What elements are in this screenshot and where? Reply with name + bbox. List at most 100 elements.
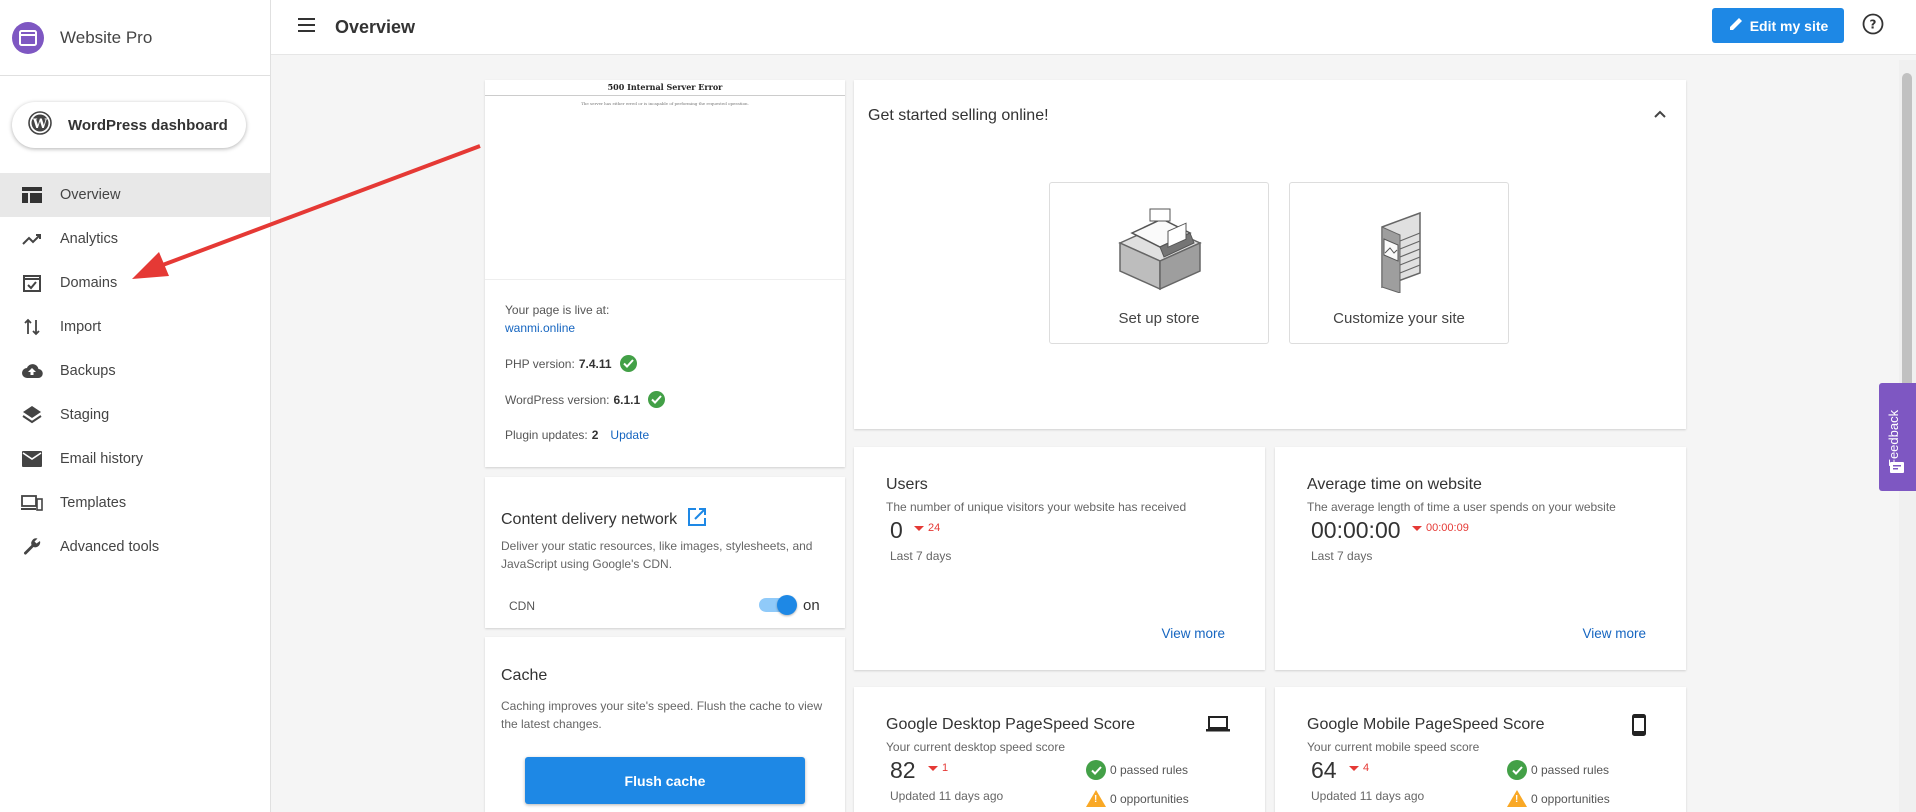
desktop-opportunities: ! 0 opportunities (1086, 790, 1189, 807)
sidebar-item-label: Email history (60, 451, 143, 467)
email-icon (21, 448, 43, 470)
desktop-speed-title: Google Desktop PageSpeed Score (886, 716, 1136, 733)
devices-icon (21, 492, 43, 514)
check-circle-icon (1086, 760, 1106, 780)
desktop-opportunities-text: 0 opportunities (1110, 791, 1189, 806)
users-description: The number of unique visitors your websi… (886, 500, 1187, 514)
cloud-upload-icon (21, 360, 43, 382)
hamburger-menu-icon[interactable] (297, 17, 317, 37)
average-time-description: The average length of time a user spends… (1307, 500, 1616, 514)
smartphone-icon (1632, 714, 1656, 736)
average-time-view-more-link[interactable]: View more (1582, 626, 1646, 641)
mobile-passed-rules-text: 0 passed rules (1531, 763, 1610, 777)
website-pro-logo-icon (12, 21, 44, 54)
wrench-icon (21, 536, 43, 558)
users-title: Users (886, 476, 928, 493)
preview-error-message: The server has either erred or is incapa… (581, 101, 749, 106)
live-site-link[interactable]: wanmi.online (505, 321, 575, 335)
chevron-up-icon[interactable] (1650, 104, 1670, 124)
cdn-title: Content delivery network (501, 510, 678, 528)
sidebar-item-staging[interactable]: Staging (0, 393, 270, 437)
sidebar-item-analytics[interactable]: Analytics (0, 217, 270, 261)
feedback-tab[interactable]: Feedback (1879, 383, 1916, 491)
cdn-toggle[interactable] (759, 595, 797, 615)
check-circle-icon (619, 355, 637, 372)
desktop-speed-value: 82 (890, 757, 916, 783)
users-period: Last 7 days (890, 549, 952, 563)
mobile-passed-rules: 0 passed rules (1507, 760, 1609, 780)
store-illustration-icon (1110, 203, 1210, 293)
mobile-speed-title: Google Mobile PageSpeed Score (1307, 716, 1545, 733)
customize-site-label: Customize your site (1333, 310, 1465, 327)
users-view-more-link[interactable]: View more (1161, 626, 1225, 641)
average-time-card: Average time on website The average leng… (1275, 447, 1686, 670)
help-icon[interactable]: ? (1862, 13, 1886, 37)
desktop-speed-description: Your current desktop speed score (886, 740, 1065, 754)
users-card: Users The number of unique visitors your… (854, 447, 1265, 670)
sidebar-item-domains[interactable]: Domains (0, 261, 270, 305)
site-preview-frame[interactable]: 500 Internal Server Error The server has… (485, 80, 845, 280)
plugin-update-link[interactable]: Update (610, 428, 649, 442)
sidebar-item-label: Analytics (60, 231, 119, 247)
desktop-speed-updated: Updated 11 days ago (890, 789, 1004, 803)
layers-icon (21, 404, 43, 426)
check-circle-icon (648, 391, 666, 408)
cache-card: Cache Caching improves your site's speed… (485, 637, 845, 812)
average-time-value: 00:00:00 (1311, 517, 1401, 543)
sidebar-item-label: Staging (60, 407, 110, 423)
desktop-speed-delta-value: 1 (942, 762, 949, 774)
mobile-speed-value: 64 (1311, 757, 1337, 783)
site-preview-card: 500 Internal Server Error The server has… (485, 80, 845, 467)
svg-text:W: W (32, 117, 48, 132)
sidebar-item-label: Domains (60, 275, 118, 291)
set-up-store-label: Set up store (1118, 310, 1200, 327)
flush-cache-button[interactable]: Flush cache (525, 757, 805, 804)
warning-icon: ! (1086, 790, 1106, 807)
average-time-delta-value: 00:00:09 (1426, 522, 1469, 534)
mobile-speed-delta-value: 4 (1363, 762, 1370, 774)
domains-check-icon (21, 272, 43, 294)
sidebar-item-templates[interactable]: Templates (0, 481, 270, 525)
toggle-knob (777, 595, 797, 615)
sidebar: Website Pro W WordPress dashboard Overvi… (0, 0, 271, 812)
cdn-toggle-state: on (803, 597, 820, 614)
overview-icon (21, 184, 43, 206)
sidebar-item-label: Import (60, 319, 102, 335)
mobile-opportunities: ! 0 opportunities (1507, 790, 1610, 807)
sidebar-item-label: Overview (60, 187, 121, 203)
set-up-store-option[interactable]: Set up store (1049, 182, 1269, 344)
sidebar-item-advanced-tools[interactable]: Advanced tools (0, 525, 270, 569)
sidebar-item-overview[interactable]: Overview (0, 173, 270, 217)
wordpress-version-label: WordPress version: (505, 392, 610, 407)
desktop-passed-rules: 0 passed rules (1086, 760, 1188, 780)
average-time-title: Average time on website (1307, 476, 1482, 493)
edit-my-site-button[interactable]: Edit my site (1712, 8, 1844, 43)
customize-site-option[interactable]: Customize your site (1289, 182, 1509, 344)
check-circle-icon (1507, 760, 1527, 780)
trending-up-icon (21, 228, 43, 250)
php-version-label: PHP version: (505, 356, 575, 371)
sidebar-item-import[interactable]: Import (0, 305, 270, 349)
page-title: Overview (335, 17, 416, 37)
get-started-selling-card: Get started selling online! Set up store (854, 80, 1686, 429)
cdn-description: Deliver your static resources, like imag… (501, 539, 813, 571)
laptop-icon (1206, 714, 1230, 736)
brand-header: Website Pro (0, 0, 270, 76)
users-value: 0 (890, 517, 903, 543)
wordpress-dashboard-button[interactable]: W WordPress dashboard (12, 102, 246, 148)
plugin-updates-row: Plugin updates: 2 Update (505, 428, 649, 442)
desktop-pagespeed-card: Google Desktop PageSpeed Score Your curr… (854, 687, 1265, 812)
import-arrows-icon (21, 316, 43, 338)
pencil-icon (1728, 16, 1744, 35)
cdn-label: CDN (509, 599, 535, 613)
mobile-speed-delta: 4 (1349, 762, 1369, 774)
plugin-updates-count: 2 (591, 428, 599, 442)
brand-name: Website Pro (60, 27, 153, 47)
sidebar-item-backups[interactable]: Backups (0, 349, 270, 393)
mobile-opportunities-text: 0 opportunities (1531, 791, 1610, 806)
trend-down-icon (1412, 525, 1422, 531)
external-link-icon[interactable] (687, 507, 707, 532)
live-at-label: Your page is live at: (505, 303, 610, 317)
sidebar-item-email-history[interactable]: Email history (0, 437, 270, 481)
warning-icon: ! (1507, 790, 1527, 807)
